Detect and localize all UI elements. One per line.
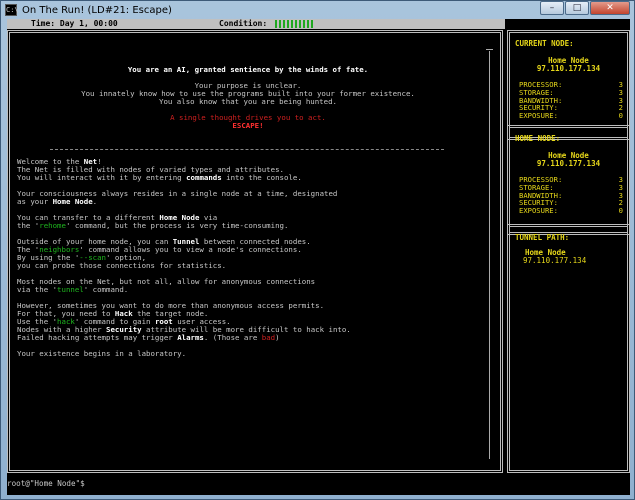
intro-line-4: You also know that you are being hunted. [159,97,337,106]
console-area[interactable]: Time: Day 1, 00:00 Condition: You are an… [7,19,630,495]
close-button[interactable]: ✕ [590,1,630,15]
stat-value: 0 [618,111,623,121]
condition-segment [291,20,293,28]
prompt-label: root@"Home Node"$ [7,479,85,488]
condition-segment [311,20,313,28]
current-node-panel: CURRENT NODE: Home Node 97.110.177.134 P… [507,30,630,140]
condition-segment [275,20,277,28]
window-title: On The Run! (LD#21: Escape) [22,4,172,16]
tunnel-path-panel: TUNNEL PATH: Home Node 97.110.177.134 [507,224,630,473]
body-line: the 'rehome' command, but the process is… [17,221,289,230]
body-line: via the 'tunnel' command. [17,285,129,294]
scrollbar[interactable] [489,51,490,459]
minimize-button[interactable]: – [540,1,564,15]
app-window: C:\ On The Run! (LD#21: Escape) – □ ✕ Ti… [0,0,635,500]
stat-value: 0 [618,206,623,216]
command-prompt[interactable]: root@"Home Node"$ [7,479,85,488]
console-app-icon[interactable]: C:\ [5,4,19,16]
title-bar[interactable]: C:\ On The Run! (LD#21: Escape) – □ ✕ [1,1,634,19]
main-output-panel: You are an AI, granted sentience by the … [7,30,503,473]
intro-line-1: You are an AI, granted sentience by the … [127,65,369,74]
current-node-ip: 97.110.177.134 [536,64,601,73]
body-line: you can probe those connections for stat… [17,261,227,270]
game-time: Time: Day 1, 00:00 [31,19,118,28]
divider [50,149,444,150]
condition-segment [307,20,309,28]
tunnel-node-ip: 97.110.177.134 [523,256,587,265]
current-node-header: CURRENT NODE: [515,39,574,48]
tunnel-path-header: TUNNEL PATH: [515,233,570,242]
body-line: You will interact with it by entering co… [17,173,302,182]
intro-escape: ESCAPE! [232,121,264,130]
stat-label: EXPOSURE: [519,111,558,121]
condition-segment [303,20,305,28]
home-node-header: HOME NODE: [515,134,561,143]
body-line: Your existence begins in a laboratory. [17,349,187,358]
body-line: as your Home Node. [17,197,98,206]
condition-label: Condition: [219,19,268,28]
current-node-stats: PROCESSOR: 3 STORAGE: 3 BANDWIDTH: 3 SECURITY:… [519,81,623,120]
stat-row: EXPOSURE: 0 [519,207,623,215]
scrollbar-cap [486,49,493,50]
window-controls: – □ ✕ [539,1,630,15]
home-node-ip: 97.110.177.134 [536,159,601,168]
stat-row: EXPOSURE: 0 [519,112,623,120]
condition-segment [287,20,289,28]
home-node-panel: HOME NODE: Home Node 97.110.177.134 PROC… [507,125,630,235]
condition-segment [295,20,297,28]
maximize-button[interactable]: □ [565,1,589,15]
condition-meter [275,20,315,28]
stat-label: EXPOSURE: [519,206,558,216]
status-bar: Time: Day 1, 00:00 Condition: [7,19,505,29]
body-line: Failed hacking attempts may trigger Alar… [17,333,280,342]
home-node-stats: PROCESSOR: 3 STORAGE: 3 BANDWIDTH: 3 SECURITY:… [519,176,623,215]
condition-segment [299,20,301,28]
condition-segment [283,20,285,28]
condition-segment [279,20,281,28]
